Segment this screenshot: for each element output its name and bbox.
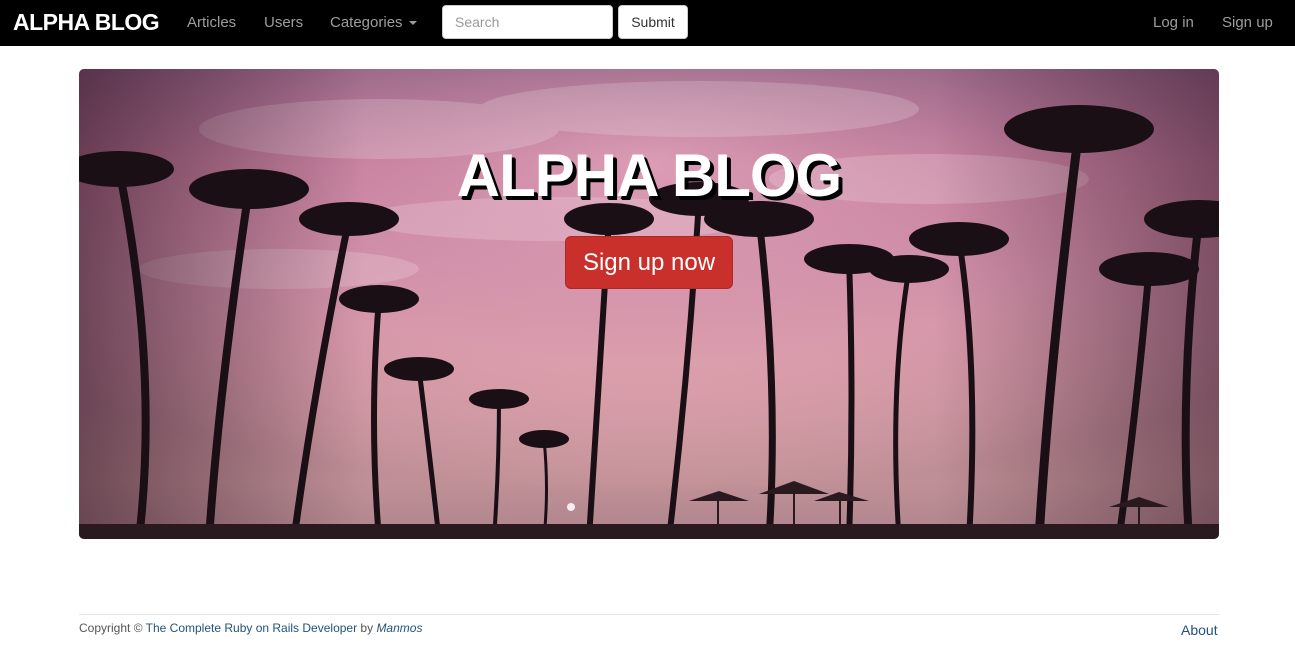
nav-login-link[interactable]: Log in	[1153, 14, 1194, 31]
course-link[interactable]: The Complete Ruby on Rails Developer	[146, 621, 357, 635]
top-navbar: ALPHA BLOG Articles Users Categories Sub…	[0, 0, 1295, 46]
about-link[interactable]: About	[1181, 622, 1218, 638]
search-submit-button[interactable]: Submit	[618, 5, 688, 39]
hero-carousel: ALPHA BLOG Sign up now	[79, 69, 1219, 539]
brand-logo-link[interactable]: ALPHA BLOG	[13, 9, 160, 36]
hero-title: ALPHA BLOG	[456, 142, 842, 209]
carousel-indicator[interactable]	[567, 503, 575, 511]
nav-signup-link[interactable]: Sign up	[1222, 14, 1273, 31]
footer-divider	[79, 614, 1219, 615]
palm-beach-image	[79, 69, 1219, 539]
search-input[interactable]	[442, 5, 613, 39]
nav-categories-dropdown[interactable]: Categories	[330, 14, 417, 31]
nav-articles-link[interactable]: Articles	[187, 14, 236, 31]
sign-up-now-button[interactable]: Sign up now	[565, 236, 733, 289]
nav-users-link[interactable]: Users	[264, 14, 303, 31]
nav-categories-label: Categories	[330, 14, 403, 31]
author-link[interactable]: Manmos	[376, 621, 422, 635]
footer-copyright: Copyright © The Complete Ruby on Rails D…	[79, 621, 422, 635]
chevron-down-icon	[408, 21, 417, 26]
copyright-prefix: Copyright ©	[79, 621, 146, 635]
copyright-by: by	[357, 621, 377, 635]
author-name: Manmos	[376, 621, 423, 635]
